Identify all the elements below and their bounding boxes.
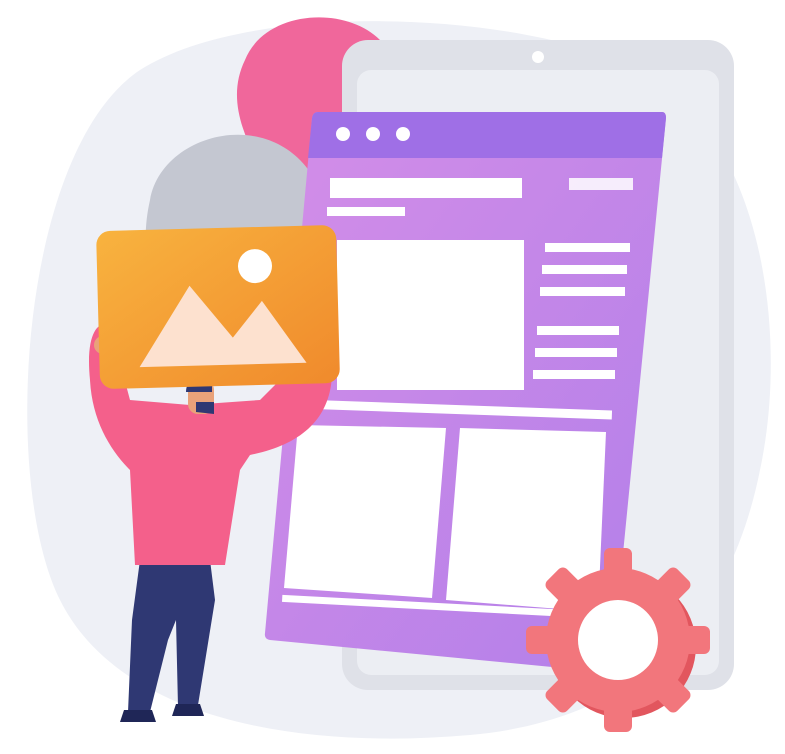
window-dot-3 <box>396 127 410 141</box>
image-icon <box>96 225 340 389</box>
card-left <box>284 425 446 598</box>
text-line <box>545 243 630 252</box>
text-line <box>537 326 619 335</box>
tablet-camera <box>532 51 544 63</box>
header-subtitle-bar <box>327 207 405 216</box>
content-image-block <box>337 240 524 390</box>
header-title-bar <box>330 178 522 198</box>
gear-icon <box>526 548 710 732</box>
window-dot-2 <box>366 127 380 141</box>
web-design-illustration <box>27 17 771 739</box>
person-shoe <box>172 704 204 716</box>
text-line <box>542 265 627 274</box>
text-line <box>533 370 615 379</box>
header-button-bar <box>569 178 633 190</box>
text-line <box>540 287 625 296</box>
text-line <box>535 348 617 357</box>
window-dot-1 <box>336 127 350 141</box>
window-title-bar <box>308 112 666 158</box>
person-shoe <box>120 710 156 722</box>
